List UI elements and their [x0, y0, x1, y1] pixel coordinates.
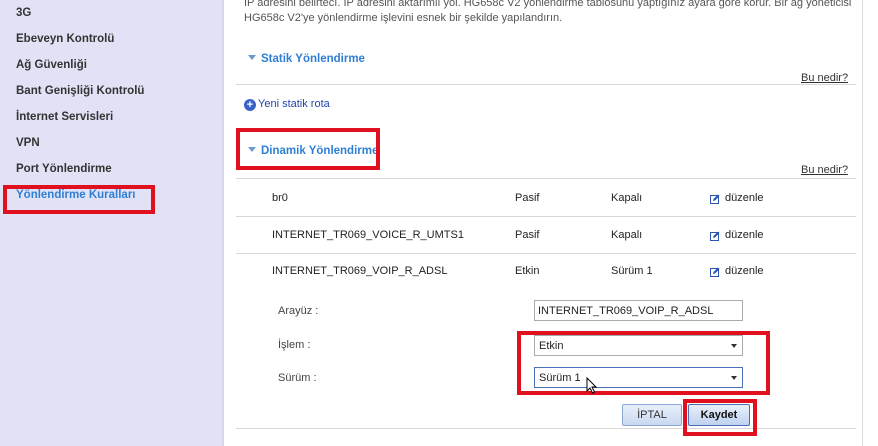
row-interface: br0: [272, 192, 288, 204]
sidebar-item-network-security[interactable]: Ağ Güvenliği: [16, 59, 87, 71]
row-status: Pasif: [515, 229, 540, 241]
interface-label: Arayüz :: [278, 305, 319, 317]
intro-text-line2: HG658c V2'ye yönlendirme işlevini esnek …: [244, 12, 563, 24]
edit-link[interactable]: düzenle: [725, 229, 764, 241]
edit-icon[interactable]: [710, 231, 720, 241]
highlight-box-selects: [517, 331, 770, 395]
static-routing-title[interactable]: Statik Yönlendirme: [248, 53, 365, 65]
action-label: İşlem :: [278, 339, 311, 351]
mouse-cursor-icon: [586, 377, 598, 394]
dynamic-help-link[interactable]: Bu nedir?: [801, 164, 848, 176]
row-version: Kapalı: [611, 229, 643, 241]
highlight-box-sidebar: [3, 185, 155, 214]
row-interface: INTERNET_TR069_VOIP_R_ADSL: [272, 265, 448, 277]
row-interface: INTERNET_TR069_VOICE_R_UMTS1: [272, 229, 464, 241]
highlight-box-save: [683, 399, 757, 436]
edit-icon[interactable]: [710, 194, 720, 204]
divider: [236, 216, 856, 217]
highlight-box-dynamic-title: [236, 128, 380, 170]
row-status: Etkin: [515, 265, 540, 277]
version-label: Sürüm :: [278, 372, 317, 384]
divider: [236, 253, 856, 254]
row-status: Pasif: [515, 192, 540, 204]
interface-input[interactable]: [534, 300, 743, 321]
sidebar-item-vpn[interactable]: VPN: [16, 137, 40, 149]
plus-icon: +: [244, 99, 256, 111]
collapse-triangle-icon: [248, 55, 256, 61]
sidebar-item-internet-services[interactable]: İnternet Servisleri: [16, 111, 113, 123]
sidebar-item-3g[interactable]: 3G: [16, 7, 31, 19]
main-divider: [222, 0, 224, 446]
edit-link[interactable]: düzenle: [725, 192, 764, 204]
divider: [236, 178, 856, 179]
intro-text-line1: IP adresini belirtecı. IP adresini aktar…: [244, 0, 852, 9]
sidebar-item-parental-control[interactable]: Ebeveyn Kontrolü: [16, 33, 114, 45]
edit-icon[interactable]: [710, 267, 720, 277]
edit-link[interactable]: düzenle: [725, 265, 764, 277]
add-static-route-link[interactable]: + Yeni statik rota: [244, 98, 330, 111]
static-help-link[interactable]: Bu nedir?: [801, 72, 848, 84]
right-divider: [862, 0, 863, 446]
sidebar: 3G Ebeveyn Kontrolü Ağ Güvenliği Bant Ge…: [0, 0, 222, 446]
sidebar-item-port-forwarding[interactable]: Port Yönlendirme: [16, 163, 112, 175]
divider: [236, 84, 856, 85]
row-version: Kapalı: [611, 192, 643, 204]
divider: [236, 428, 856, 429]
sidebar-item-bandwidth-control[interactable]: Bant Genişliği Kontrolü: [16, 85, 144, 97]
row-version: Sürüm 1: [611, 265, 653, 277]
cancel-button[interactable]: İPTAL: [622, 404, 682, 426]
